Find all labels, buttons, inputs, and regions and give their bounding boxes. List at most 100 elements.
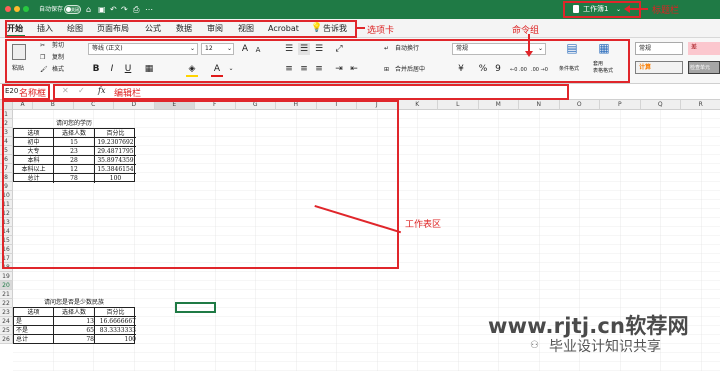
column-header-l[interactable]: L	[438, 100, 479, 110]
row-header-23[interactable]: 23	[0, 308, 13, 317]
format-painter-button[interactable]: 格式	[52, 65, 64, 75]
row-header-25[interactable]: 25	[0, 326, 13, 335]
fill-color-bar	[186, 75, 198, 77]
cell-style-check[interactable]: 检查单元	[688, 61, 720, 74]
column-header-k[interactable]: K	[397, 100, 438, 110]
table-cell[interactable]: 16.6666667	[95, 317, 136, 326]
cell-style-normal[interactable]: 常规	[635, 42, 683, 55]
redo-icon[interactable]: ↷	[121, 0, 128, 19]
minimize-window-icon[interactable]	[14, 6, 20, 12]
chevron-down-icon[interactable]: ⌄	[227, 63, 235, 75]
font-name-select[interactable]: 等线 (正文) ⌄	[88, 43, 198, 55]
table-header-cell[interactable]: 选项	[14, 308, 54, 317]
name-box[interactable]: E20	[5, 87, 18, 95]
save-icon[interactable]: ▣	[98, 0, 106, 19]
row-header-19[interactable]: 19	[0, 272, 13, 281]
copy-button[interactable]: 复制	[52, 53, 64, 63]
orientation-icon[interactable]: ⤢	[333, 43, 345, 55]
document-icon	[573, 5, 579, 13]
border-icon[interactable]: ▦	[143, 63, 155, 75]
undo-icon[interactable]: ↶	[110, 0, 117, 19]
table-cell[interactable]: 100	[95, 335, 136, 344]
ribbon-commands: 粘贴 ✂ 剪切 ❐ 复制 🖌 格式 等线 (正文) ⌄ 12 ⌄ A A B I…	[0, 34, 720, 84]
outdent-icon[interactable]: ⇤	[348, 63, 360, 75]
table-cell[interactable]: 13	[54, 317, 95, 326]
table-cell[interactable]: 78	[54, 335, 95, 344]
formula-bar: E20 名称框 ✕ ✓ fx 编辑栏	[0, 84, 720, 100]
table-cell[interactable]: 65	[54, 326, 95, 335]
table-2-title: 请问您是否是少数民族	[43, 299, 104, 306]
align-right-icon[interactable]: ≡	[313, 63, 325, 75]
watermark-subtitle: 毕业设计知识共享	[549, 339, 661, 355]
indent-icon[interactable]: ⇥	[333, 63, 345, 75]
selected-cell-e20[interactable]	[175, 302, 216, 313]
column-header-m[interactable]: M	[478, 100, 519, 110]
decrease-decimal-button[interactable]: .00 →0	[531, 65, 548, 75]
column-header-q[interactable]: Q	[640, 100, 681, 110]
align-left-icon[interactable]: ≡	[283, 63, 295, 75]
table-format-button[interactable]: 套用 表格格式	[593, 61, 613, 75]
wrap-text-button[interactable]: 自动换行	[395, 44, 419, 54]
merge-icon: ⊞	[384, 66, 390, 73]
print-icon[interactable]: ⎙	[133, 0, 139, 19]
formula-annotation: 编辑栏	[114, 89, 142, 99]
table-cell[interactable]: 不是	[14, 326, 54, 335]
underline-button[interactable]: U	[122, 63, 134, 75]
table-cell[interactable]: 总计	[14, 335, 54, 344]
more-icon[interactable]: ⋯	[145, 0, 153, 19]
table-cell[interactable]: 83.3333333	[95, 326, 136, 335]
cut-button[interactable]: 剪切	[52, 41, 64, 51]
comma-style-button[interactable]: 9	[492, 63, 504, 75]
cut-icon: ✂	[40, 42, 46, 49]
table-2: 请问您是否是少数民族 选项 选择人数 百分比是 13 16.6666667 不是 65 83.…	[13, 299, 136, 353]
font-color-icon[interactable]: A	[211, 63, 223, 75]
row-header-24[interactable]: 24	[0, 317, 13, 326]
cell-style-check-label: 检查单元	[690, 65, 711, 71]
increase-decimal-button[interactable]: ←0 .00	[510, 65, 527, 75]
column-header-r[interactable]: R	[681, 100, 720, 110]
chevron-down-icon: ⌄	[190, 45, 196, 52]
table-header-cell[interactable]: 选择人数	[54, 308, 95, 317]
table-format-icon[interactable]: ▦	[595, 42, 613, 54]
column-header-o[interactable]: O	[559, 100, 600, 110]
increase-font-icon[interactable]: A	[239, 43, 251, 55]
conditional-format-button[interactable]: 条件格式	[559, 64, 579, 74]
paste-button[interactable]: 粘贴	[12, 64, 24, 74]
cell-style-calc-label: 计算	[639, 64, 652, 71]
merge-center-button[interactable]: 合并后居中	[395, 65, 425, 75]
fill-color-icon[interactable]: ◈	[186, 63, 198, 75]
align-bottom-icon[interactable]: ☰	[313, 43, 325, 55]
chevron-down-icon[interactable]: ⌄	[616, 0, 621, 19]
align-top-icon[interactable]: ☰	[283, 43, 295, 55]
cell-style-calc[interactable]: 计算	[635, 61, 683, 74]
zoom-window-icon[interactable]	[23, 6, 29, 12]
worksheet-grid[interactable]: ABCDEFGHIJKLMNOPQR 1 2 3 4 5 6 7 8 9 10 11 12 13 14 15…	[0, 100, 720, 371]
table-cell[interactable]: 是	[14, 317, 54, 326]
row-header-20[interactable]: 20	[0, 281, 13, 290]
arrow-left-icon	[628, 8, 648, 10]
align-center-icon[interactable]: ≡	[298, 63, 310, 75]
paste-icon[interactable]	[12, 44, 26, 60]
autosave-toggle[interactable]: 关闭	[64, 5, 81, 14]
column-header-n[interactable]: N	[519, 100, 560, 110]
cell-style-bad[interactable]: 差	[688, 42, 720, 55]
ribbon-annotation: 命令组	[512, 26, 540, 36]
row-header-21[interactable]: 21	[0, 290, 13, 299]
decrease-font-icon[interactable]: A	[253, 44, 263, 56]
italic-button[interactable]: I	[106, 63, 118, 75]
close-window-icon[interactable]	[5, 6, 11, 12]
number-format-value: 常规	[456, 45, 469, 52]
row-header-22[interactable]: 22	[0, 299, 13, 308]
align-middle-icon[interactable]: ☰	[298, 43, 310, 55]
bold-button[interactable]: B	[90, 63, 102, 75]
row-header-26[interactable]: 26	[0, 335, 13, 344]
percent-button[interactable]: %	[477, 63, 489, 75]
formula-input[interactable]	[160, 86, 560, 98]
table-header-cell[interactable]: 百分比	[95, 308, 136, 317]
chevron-down-icon: ⌄	[538, 45, 544, 52]
conditional-format-icon[interactable]: ▤	[563, 42, 581, 54]
home-icon[interactable]: ⌂	[86, 0, 91, 19]
column-header-p[interactable]: P	[600, 100, 641, 110]
font-size-select[interactable]: 12 ⌄	[201, 43, 234, 55]
currency-icon[interactable]: ¥	[454, 63, 468, 75]
